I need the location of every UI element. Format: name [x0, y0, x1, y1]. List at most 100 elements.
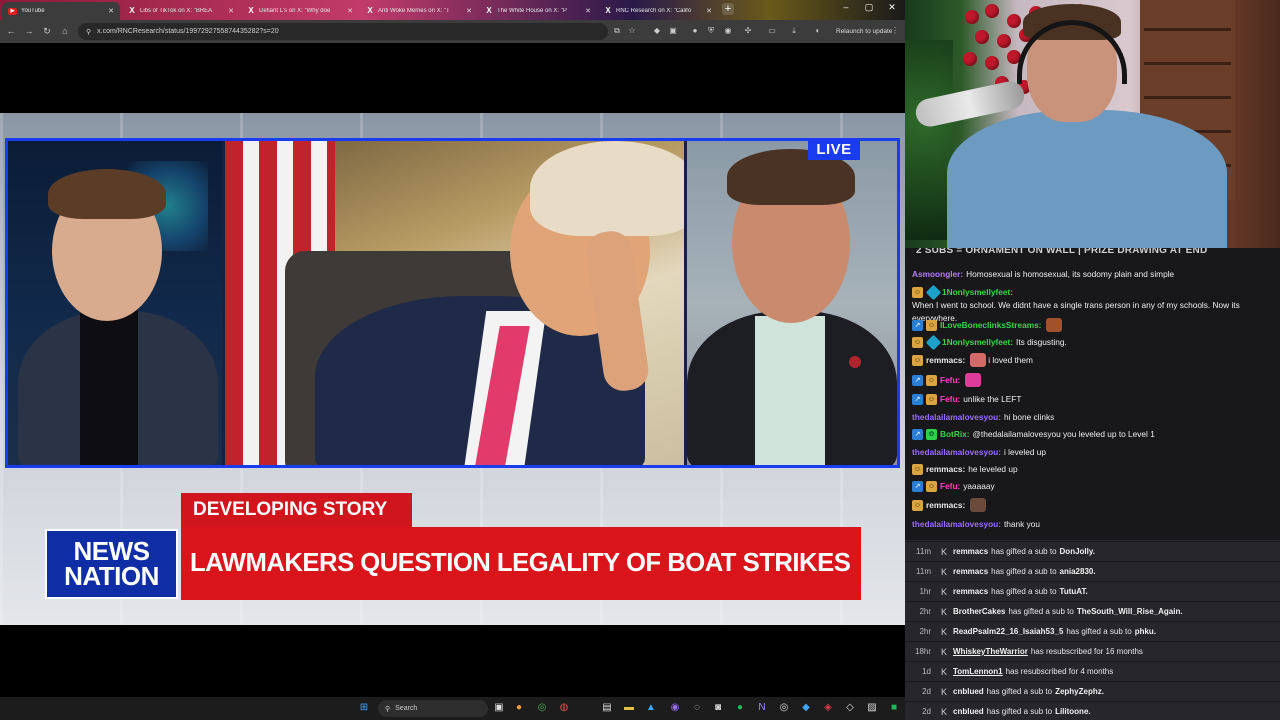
event-target[interactable]: DonJolly. — [1060, 547, 1095, 556]
app-icon[interactable]: ■ — [887, 701, 901, 715]
sub-badge-icon[interactable]: ☺ — [912, 336, 923, 348]
event-target[interactable]: phku. — [1135, 627, 1156, 636]
event-username[interactable]: TomLennon1 — [953, 667, 1003, 676]
close-icon[interactable]: ✕ — [585, 7, 591, 15]
more-menu-icon[interactable]: ⋮ — [889, 26, 901, 35]
close-icon[interactable]: ✕ — [466, 7, 472, 15]
shield-icon[interactable]: ⛨ — [705, 26, 717, 36]
forward-icon[interactable]: → — [20, 26, 38, 36]
event-target[interactable]: ZephyZephz. — [1055, 687, 1104, 696]
app-icon[interactable]: ◇ — [843, 701, 857, 715]
app-icon[interactable]: ◎ — [777, 701, 791, 715]
home-icon[interactable]: ⌂ — [56, 26, 74, 36]
event-username[interactable]: cnblued — [953, 707, 984, 716]
chat-username[interactable]: 1Nonlysmellyfeet: — [942, 336, 1013, 349]
maximize-button[interactable]: ▢ — [859, 2, 879, 13]
event-target[interactable]: Lilitoone. — [1055, 707, 1091, 716]
prime-badge-icon[interactable]: ↗ — [912, 393, 923, 405]
event-target[interactable]: ania2830. — [1060, 567, 1096, 576]
event-username[interactable]: ReadPsalm22_16_Isaiah53_5 — [953, 627, 1063, 636]
chat-username[interactable]: Fefu: — [940, 393, 960, 406]
chat-username[interactable]: ILoveBoneclinksStreams: — [940, 319, 1041, 332]
app-icon[interactable]: ◌ — [690, 701, 704, 715]
event-username[interactable]: cnblued — [953, 687, 984, 696]
extension-icon[interactable]: ▣ — [667, 26, 679, 35]
chat-username[interactable]: thedalailamalovesyou: — [912, 411, 1001, 424]
event-target[interactable]: TutuAT. — [1060, 587, 1088, 596]
chat-username[interactable]: Fefu: — [940, 374, 960, 387]
close-icon[interactable]: ✕ — [706, 7, 712, 15]
event-username[interactable]: remmacs — [953, 567, 988, 576]
extension-icon[interactable]: ◉ — [722, 26, 734, 35]
app-icon[interactable]: ◉ — [668, 701, 682, 715]
app-icon[interactable]: ▤ — [600, 701, 614, 715]
video-player[interactable]: LIVE DEVELOPING STORY NEWS NATION LAWMAK… — [0, 113, 905, 625]
sub-badge-icon[interactable]: ☺ — [926, 319, 937, 331]
sub-badge-icon[interactable]: ☺ — [926, 393, 937, 405]
sub-badge-icon[interactable]: ☺ — [912, 463, 923, 475]
app-icon[interactable]: ◍ — [557, 701, 571, 715]
prime-badge-icon[interactable]: ↗ — [912, 428, 923, 440]
sub-badge-icon[interactable]: ☺ — [912, 499, 923, 511]
chat-username[interactable]: BotRix: — [940, 428, 970, 441]
new-tab-button[interactable]: + — [722, 3, 734, 15]
gem-badge-icon[interactable] — [925, 334, 942, 351]
site-info-icon[interactable]: ⚲ — [86, 28, 91, 36]
event-username[interactable]: BrotherCakes — [953, 607, 1005, 616]
spotify-icon[interactable]: ● — [733, 701, 747, 715]
minimize-button[interactable]: – — [836, 2, 856, 12]
install-icon[interactable]: ⧉ — [611, 26, 623, 36]
close-icon[interactable]: ✕ — [228, 7, 234, 15]
close-icon[interactable]: ✕ — [347, 7, 353, 15]
folder-icon[interactable]: ▬ — [622, 701, 636, 715]
event-target[interactable]: TheSouth_Will_Rise_Again. — [1077, 607, 1183, 616]
app-icon[interactable]: ▨ — [865, 701, 879, 715]
app-icon[interactable]: ◆ — [799, 701, 813, 715]
event-username[interactable]: remmacs — [953, 547, 988, 556]
extension-icon[interactable]: ◆ — [651, 26, 663, 35]
tab-rnc-research[interactable]: X RNC Research on X: "Califo ✕ — [598, 2, 718, 20]
chat-username[interactable]: Fefu: — [940, 480, 960, 493]
app-icon[interactable]: ▲ — [644, 701, 658, 715]
app-icon[interactable]: ◈ — [821, 701, 835, 715]
tab-anti-woke-memes[interactable]: X Anti Woke Memes on X: "T ✕ — [360, 2, 478, 20]
obs-icon[interactable]: ◙ — [711, 701, 725, 715]
reload-icon[interactable]: ↻ — [38, 26, 56, 37]
prime-badge-icon[interactable]: ↗ — [912, 480, 923, 492]
task-view-icon[interactable]: ▣ — [492, 701, 506, 715]
back-icon[interactable]: ← — [2, 26, 20, 36]
chat-username[interactable]: 1Nonlysmellyfeet: — [942, 286, 1013, 299]
start-menu-icon[interactable]: ⊞ — [357, 701, 371, 715]
close-window-button[interactable]: ✕ — [882, 2, 902, 13]
tab-white-house[interactable]: X The White House on X: "P ✕ — [479, 2, 597, 20]
sub-badge-icon[interactable]: ☺ — [912, 286, 923, 298]
app-icon[interactable]: ● — [512, 701, 526, 715]
tab-libs-of-tiktok[interactable]: X Libs of TikTok on X: "BREA ✕ — [122, 2, 240, 20]
sub-badge-icon[interactable]: ☺ — [912, 354, 923, 366]
prime-badge-icon[interactable]: ↗ — [912, 374, 923, 386]
tab-youtube[interactable]: ▶ YouTube ✕ — [2, 2, 120, 20]
close-icon[interactable]: ✕ — [108, 7, 114, 15]
bookmark-star-icon[interactable]: ☆ — [626, 26, 638, 35]
puzzle-icon[interactable]: ✣ — [742, 26, 754, 35]
chat-username[interactable]: Asmoongler: — [912, 268, 963, 281]
download-icon[interactable]: ⤓ — [788, 26, 800, 36]
chrome-icon[interactable]: ◎ — [535, 701, 549, 715]
sub-badge-icon[interactable]: ☺ — [926, 374, 937, 386]
address-bar[interactable]: ⚲ x.com/RNCResearch/status/1997292755874… — [78, 23, 608, 40]
event-username[interactable]: remmacs — [953, 587, 988, 596]
chat-username[interactable]: remmacs: — [926, 499, 965, 512]
sidebar-icon[interactable]: ▭ — [766, 26, 778, 35]
avatar[interactable]: ◐ — [812, 26, 824, 35]
app-icon[interactable]: N — [755, 701, 769, 715]
bot-badge-icon[interactable]: ✿ — [926, 428, 937, 440]
sub-badge-icon[interactable]: ☺ — [926, 480, 937, 492]
event-username[interactable]: WhiskeyTheWarrior — [953, 647, 1028, 656]
chat-username[interactable]: thedalailamalovesyou: — [912, 446, 1001, 459]
extension-icon[interactable]: ● — [689, 26, 701, 35]
chat-username[interactable]: remmacs: — [926, 463, 965, 476]
prime-badge-icon[interactable]: ↗ — [912, 319, 923, 331]
taskbar-search[interactable]: ⚲ Search — [378, 700, 488, 717]
chat-username[interactable]: thedalailamalovesyou: — [912, 518, 1001, 531]
tab-defiant-ls[interactable]: X Defiant L's on X: "Why doe ✕ — [241, 2, 359, 20]
